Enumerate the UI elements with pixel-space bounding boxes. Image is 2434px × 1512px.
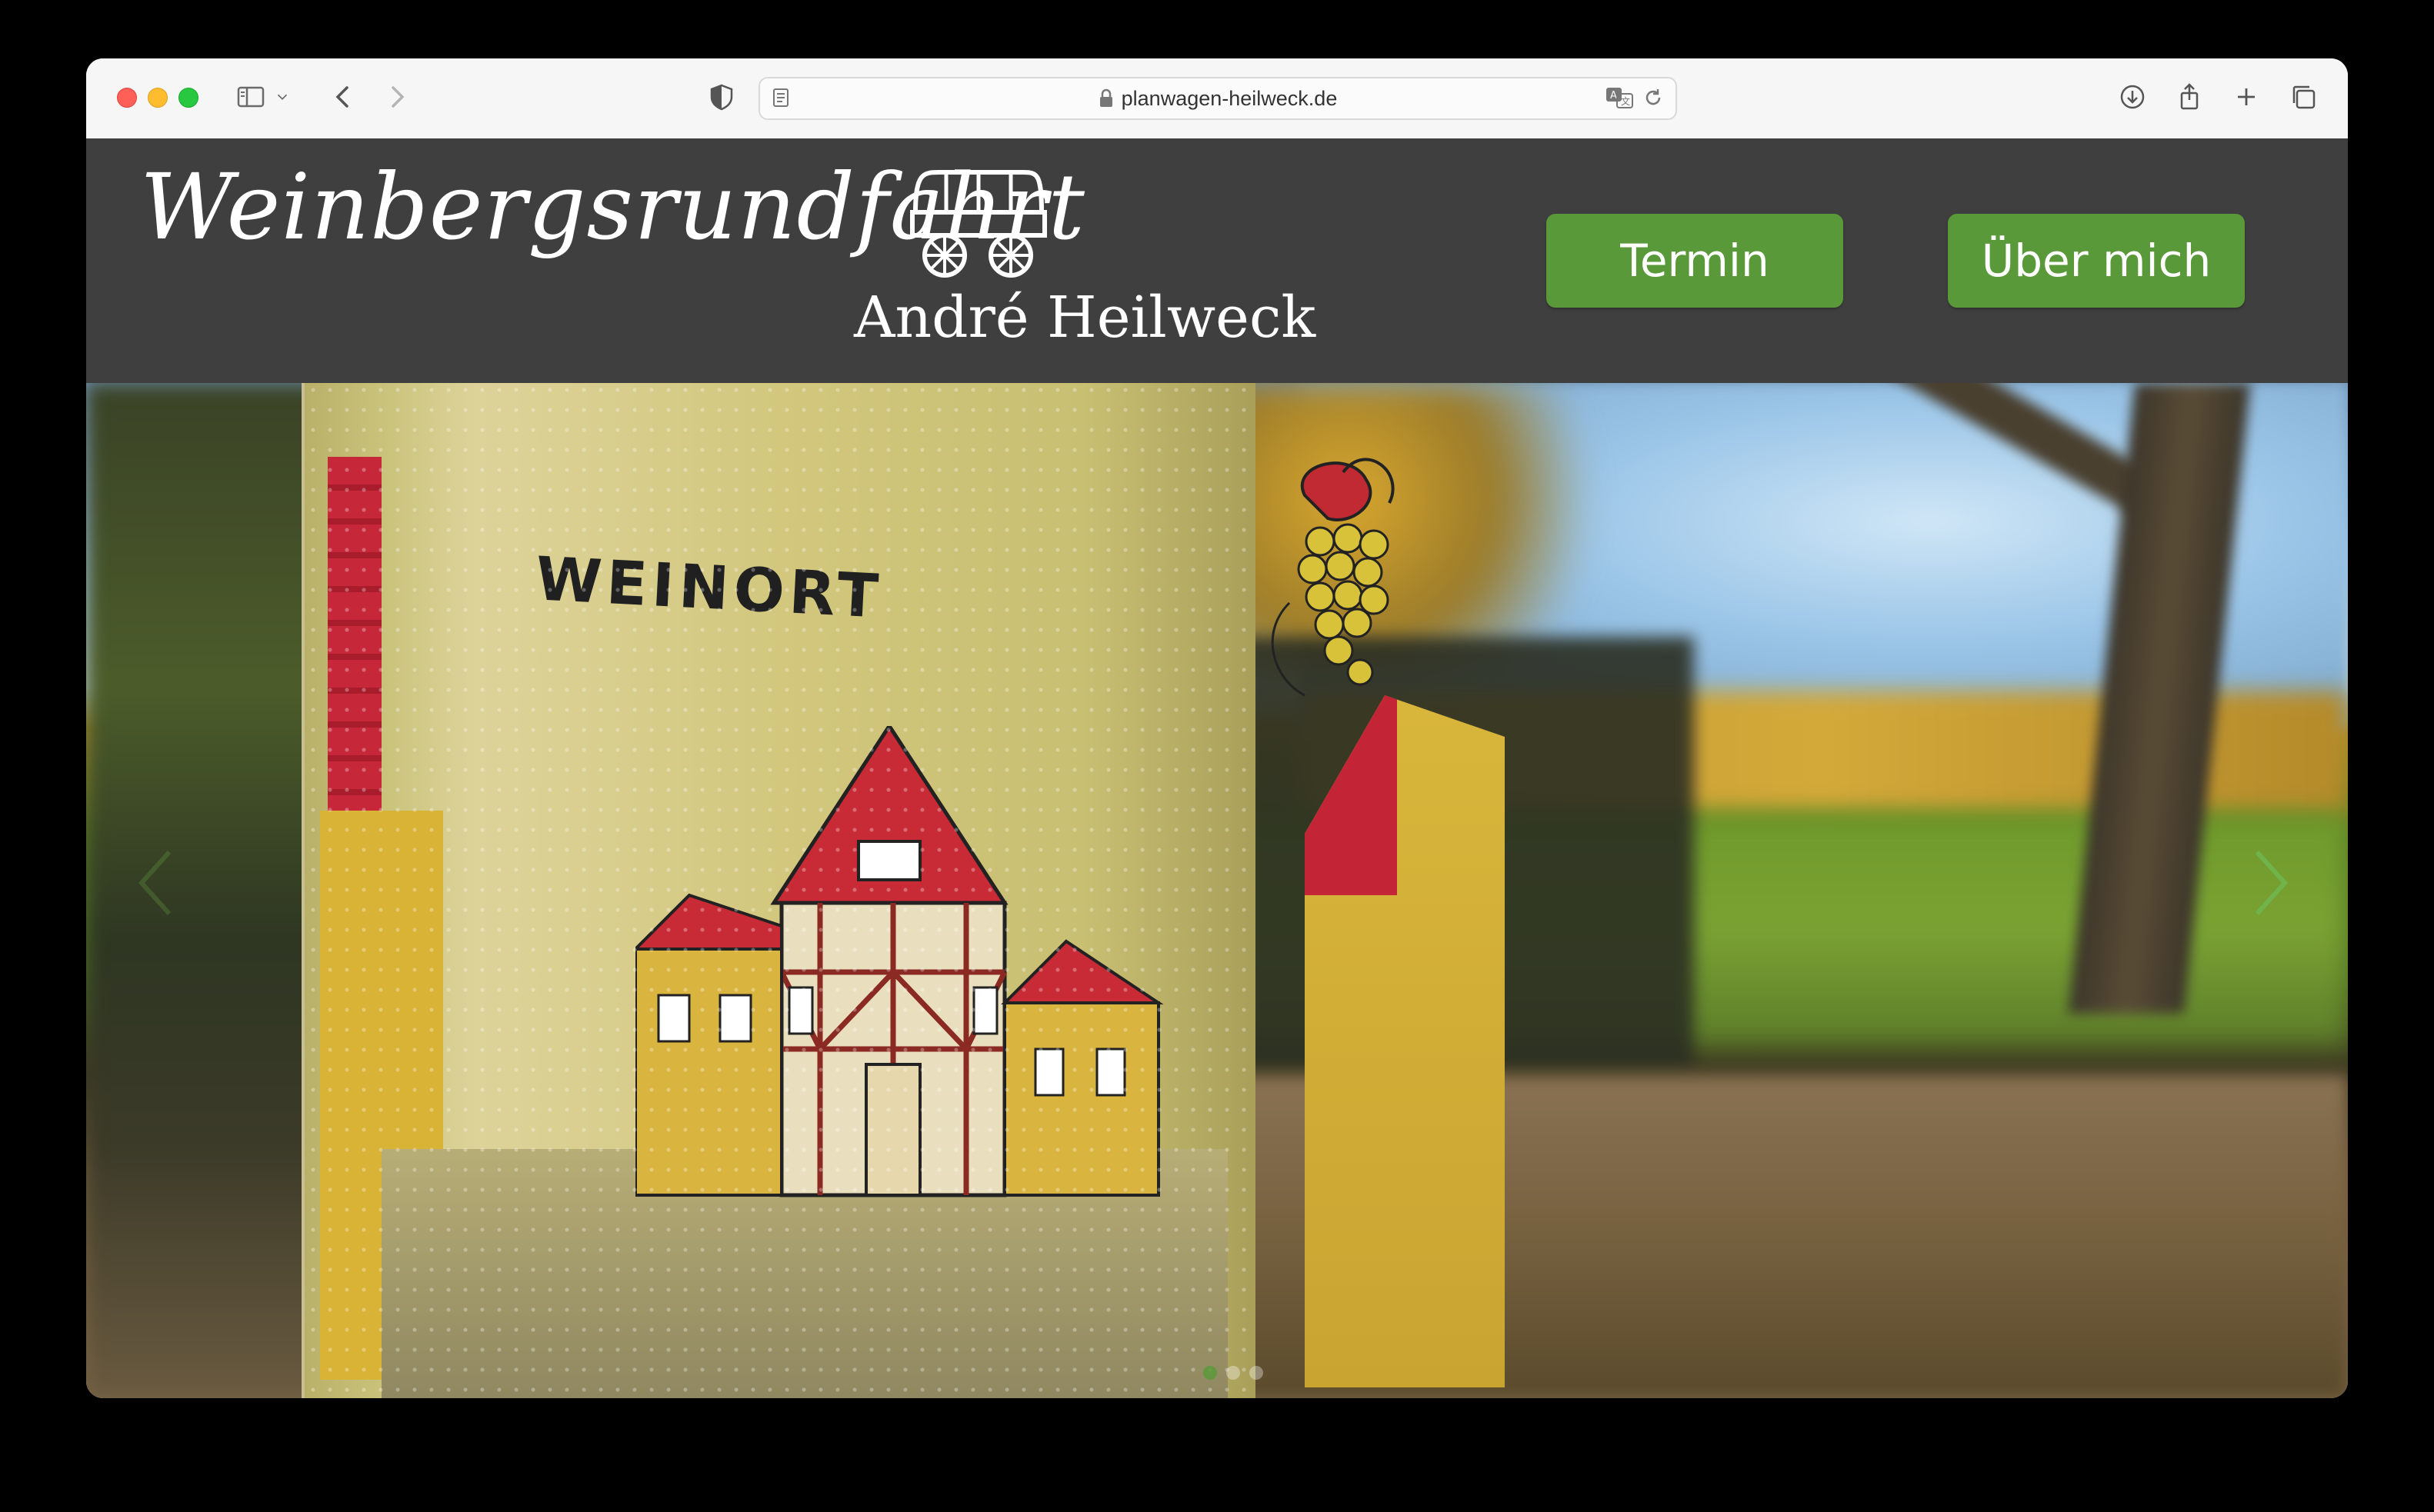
- translate-icon[interactable]: A文: [1605, 85, 1634, 113]
- shield-icon[interactable]: [703, 78, 740, 115]
- browser-window: planwagen-heilweck.de A文 Weinbergsrundfa…: [86, 58, 2348, 1398]
- slider-dot-2[interactable]: [1226, 1366, 1240, 1380]
- site-header: Weinbergsrundfahrt André Heilweck Termin…: [86, 138, 2348, 383]
- glass-weinort-text: WEINORT: [533, 545, 885, 632]
- about-me-button[interactable]: Über mich: [1948, 214, 2245, 308]
- url-text-container: planwagen-heilweck.de: [760, 78, 1675, 118]
- slider-prev-arrow-icon[interactable]: [132, 844, 178, 921]
- termin-button[interactable]: Termin: [1546, 214, 1843, 308]
- glass-yellow-house-left: [320, 811, 443, 1380]
- reload-icon[interactable]: [1642, 86, 1665, 112]
- svg-text:文: 文: [1621, 95, 1630, 107]
- address-bar[interactable]: planwagen-heilweck.de A文: [759, 77, 1677, 120]
- new-tab-icon[interactable]: [2228, 78, 2265, 115]
- zoom-window-button[interactable]: [178, 88, 198, 108]
- browser-toolbar: planwagen-heilweck.de A文: [86, 58, 2348, 140]
- back-icon[interactable]: [325, 78, 362, 115]
- url-text: planwagen-heilweck.de: [1121, 87, 1338, 110]
- close-window-button[interactable]: [117, 88, 137, 108]
- hero-slider: WEINORT: [86, 383, 2348, 1398]
- forward-icon[interactable]: [378, 78, 415, 115]
- wine-glass-image: WEINORT: [302, 383, 1505, 1398]
- lock-icon: [1099, 82, 1114, 122]
- slider-next-arrow-icon[interactable]: [2248, 844, 2294, 921]
- logo-name-text[interactable]: André Heilweck: [854, 285, 1315, 351]
- minimize-window-button[interactable]: [148, 88, 168, 108]
- grape-icon: [1259, 449, 1412, 729]
- sidebar-icon[interactable]: [232, 78, 269, 115]
- background-left: [86, 383, 332, 1398]
- slider-dot-3[interactable]: [1249, 1366, 1263, 1380]
- download-icon[interactable]: [2114, 78, 2151, 115]
- svg-text:A: A: [1610, 90, 1617, 102]
- glass-street: [382, 1149, 1228, 1398]
- share-icon[interactable]: [2171, 78, 2208, 115]
- glass-yellow-house-right: [1305, 695, 1505, 1387]
- glass-red-roof-left: [328, 457, 382, 811]
- covered-wagon-icon: [908, 166, 1049, 285]
- slider-dot-1[interactable]: [1203, 1366, 1217, 1380]
- slider-dots: [1203, 1366, 1263, 1380]
- half-timbered-house-illustration: [632, 722, 1220, 1221]
- chevron-down-icon[interactable]: [271, 78, 294, 115]
- tabs-overview-icon[interactable]: [2285, 78, 2322, 115]
